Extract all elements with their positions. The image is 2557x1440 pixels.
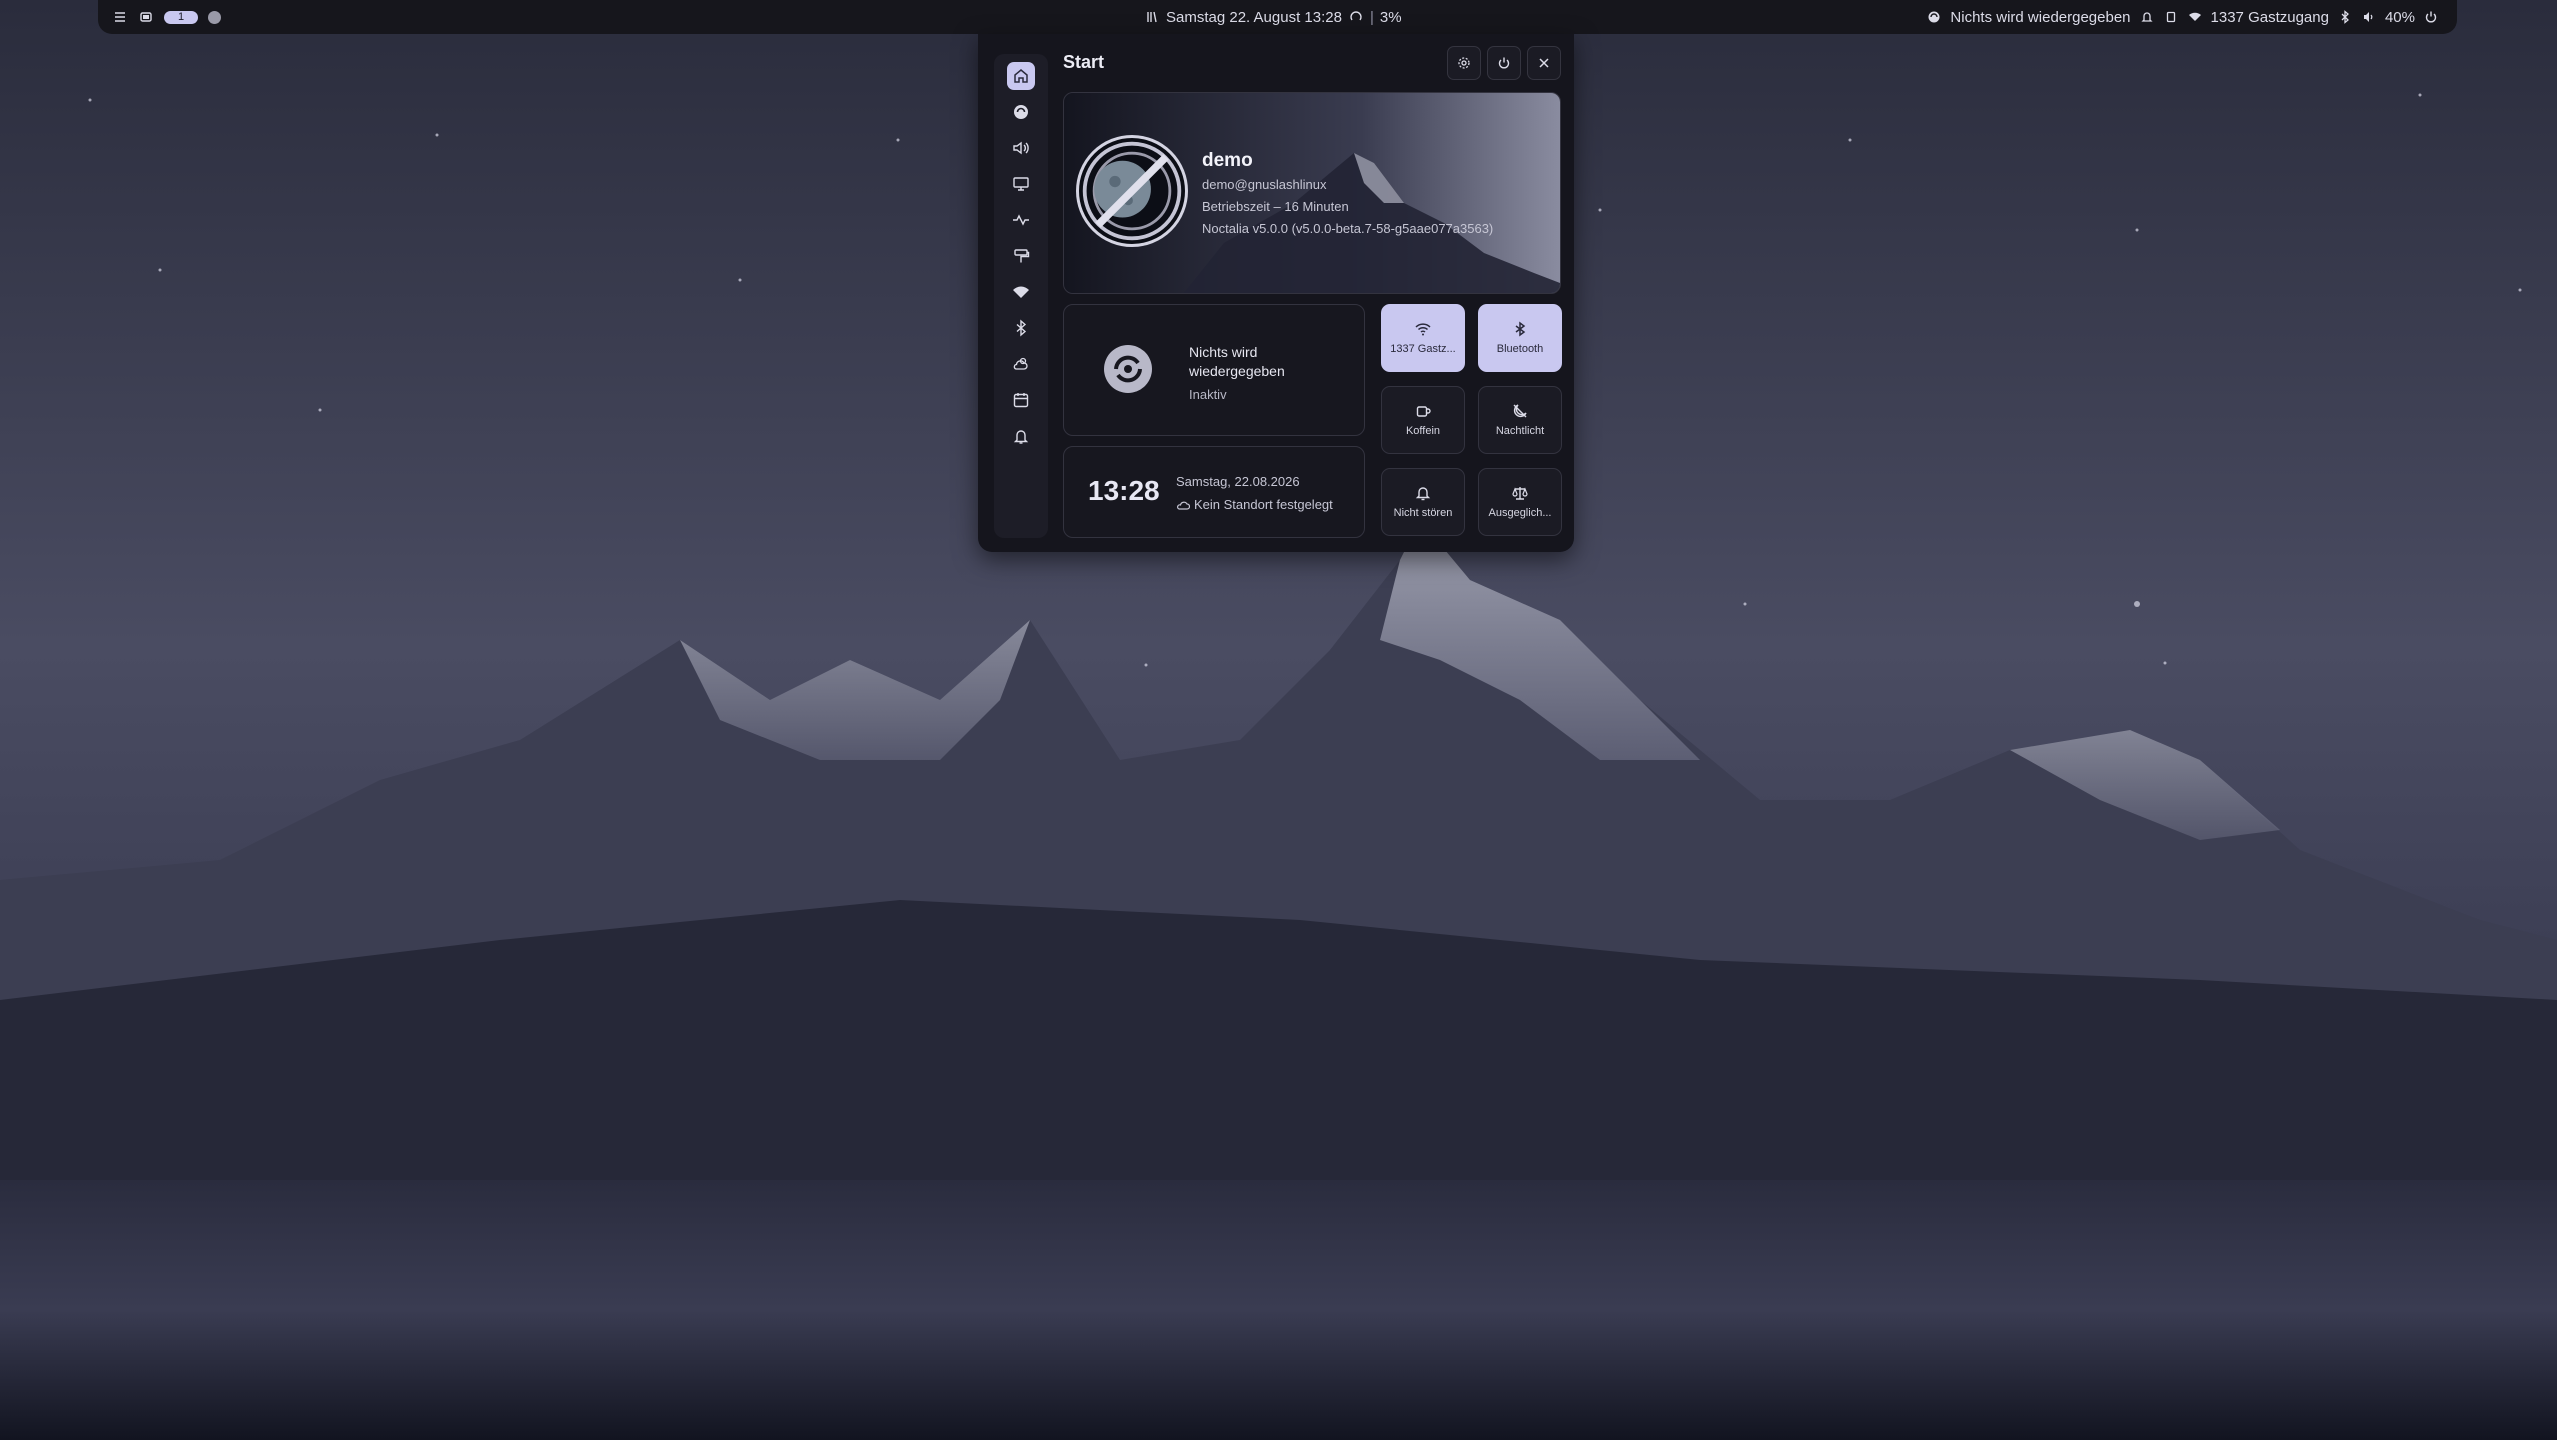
power-button[interactable] xyxy=(1487,46,1521,80)
tile-power-profile[interactable]: Ausgeglich... xyxy=(1478,468,1562,536)
clock-card[interactable]: 13:28 Samstag, 22.08.2026 Kein Standort … xyxy=(1063,446,1365,538)
speaker-icon xyxy=(1013,141,1029,155)
cpu-usage: 3% xyxy=(1379,8,1402,26)
media-player-icon xyxy=(1104,345,1152,393)
media-card[interactable]: Nichts wird wiedergegeben Inaktiv xyxy=(1063,304,1365,436)
bluetooth-icon[interactable] xyxy=(2337,9,2353,25)
monitor-icon xyxy=(1013,177,1029,191)
bell-icon xyxy=(1415,487,1431,501)
workspace-active[interactable]: 1 xyxy=(164,10,198,24)
profile-name: demo xyxy=(1202,150,1253,171)
nav-system-monitor[interactable] xyxy=(1007,206,1035,234)
coffee-cup-icon xyxy=(1416,406,1431,417)
nav-bluetooth[interactable] xyxy=(1007,314,1035,342)
volume-icon[interactable] xyxy=(2361,9,2377,25)
bell-icon xyxy=(1013,430,1029,444)
home-icon xyxy=(1014,69,1028,83)
close-icon xyxy=(1539,58,1549,68)
paint-roller-icon xyxy=(1014,249,1030,263)
clock-weather: Kein Standort festgelegt xyxy=(1176,497,1333,512)
bluetooth-icon xyxy=(1515,321,1526,337)
tile-dnd-label: Nicht stören xyxy=(1393,507,1453,519)
nav-calendar[interactable] xyxy=(1007,386,1035,414)
topbar-media-status[interactable]: Nichts wird wiedergegeben xyxy=(1950,9,2130,26)
calendar-icon xyxy=(1013,393,1029,408)
profile-card: demo demo@gnuslashlinux Betriebszeit – 1… xyxy=(1063,92,1561,294)
settings-button[interactable] xyxy=(1447,46,1481,80)
menu-icon[interactable] xyxy=(112,9,128,25)
cloud-icon xyxy=(1177,501,1190,510)
cpu-separator: | xyxy=(1369,8,1374,26)
nav-display[interactable] xyxy=(1007,170,1035,198)
tile-caffeine[interactable]: Koffein xyxy=(1381,386,1465,454)
topbar-wifi-name[interactable]: 1337 Gastzugang xyxy=(2211,9,2329,26)
nav-weather[interactable] xyxy=(1007,350,1035,378)
moon-icon xyxy=(1513,404,1527,418)
topbar-volume[interactable]: 40% xyxy=(2385,9,2415,26)
topbar-datetime[interactable]: Samstag 22. August 13:28 xyxy=(1166,9,1342,26)
gear-icon xyxy=(1458,57,1470,69)
tile-nightlight-label: Nachtlicht xyxy=(1495,425,1545,437)
profile-version: Noctalia v5.0.0 (v5.0.0-beta.7-58-g5aae0… xyxy=(1202,221,1494,236)
media-title: Nichts wird wiedergegeben xyxy=(1189,344,1285,379)
overview-icon[interactable] xyxy=(138,9,154,25)
bell-icon[interactable] xyxy=(2139,9,2155,25)
clock-weather-text: Kein Standort festgelegt xyxy=(1194,497,1333,512)
tile-power-profile-label: Ausgeglich... xyxy=(1488,507,1552,519)
avatar xyxy=(1076,135,1188,247)
bluetooth-icon xyxy=(1016,319,1027,337)
tile-wifi-label: 1337 Gastz... xyxy=(1390,343,1456,355)
activity-icon xyxy=(1013,214,1029,226)
balance-scale-icon xyxy=(1512,487,1528,500)
tile-bluetooth[interactable]: Bluetooth xyxy=(1478,304,1562,372)
power-icon[interactable] xyxy=(2423,9,2439,25)
launcher-icon[interactable] xyxy=(1144,9,1160,25)
nav-home[interactable] xyxy=(1007,62,1035,90)
profile-uptime: Betriebszeit – 16 Minuten xyxy=(1202,199,1349,214)
tile-caffeine-label: Koffein xyxy=(1405,425,1441,437)
cpu-icon xyxy=(1348,9,1364,25)
media-icon[interactable] xyxy=(1926,9,1942,25)
control-center-panel: Start demo demo@gnuslashlinux Betriebsze… xyxy=(978,34,1574,552)
weather-icon xyxy=(1013,357,1028,370)
top-bar-center: Samstag 22. August 13:28 | 3% xyxy=(1144,0,1402,34)
panel-side-nav xyxy=(994,54,1048,538)
nav-notifications[interactable] xyxy=(1007,422,1035,450)
nav-media[interactable] xyxy=(1007,98,1035,126)
wifi-icon xyxy=(1415,323,1431,336)
nav-wifi[interactable] xyxy=(1007,278,1035,306)
top-bar-left: 1 xyxy=(112,0,221,34)
tile-dnd[interactable]: Nicht stören xyxy=(1381,468,1465,536)
nav-audio[interactable] xyxy=(1007,134,1035,162)
close-button[interactable] xyxy=(1527,46,1561,80)
tile-bluetooth-label: Bluetooth xyxy=(1496,343,1544,355)
media-status: Inaktiv xyxy=(1189,387,1227,402)
wifi-icon[interactable] xyxy=(2187,9,2203,25)
workspace-inactive[interactable] xyxy=(208,10,221,24)
panel-title: Start xyxy=(1063,52,1105,72)
clock-time: 13:28 xyxy=(1088,475,1160,506)
power-icon xyxy=(1498,57,1510,69)
top-bar: 1 Samstag 22. August 13:28 | 3% Nichts w… xyxy=(98,0,2457,34)
top-bar-right: Nichts wird wiedergegeben 1337 Gastzugan… xyxy=(1926,0,2439,34)
tile-nightlight[interactable]: Nachtlicht xyxy=(1478,386,1562,454)
clipboard-icon[interactable] xyxy=(2163,9,2179,25)
tile-wifi[interactable]: 1337 Gastz... xyxy=(1381,304,1465,372)
media-icon xyxy=(1014,105,1028,119)
profile-user-host: demo@gnuslashlinux xyxy=(1202,177,1327,192)
wifi-icon xyxy=(1013,286,1029,298)
clock-date: Samstag, 22.08.2026 xyxy=(1176,474,1300,489)
nav-wallpaper[interactable] xyxy=(1007,242,1035,270)
